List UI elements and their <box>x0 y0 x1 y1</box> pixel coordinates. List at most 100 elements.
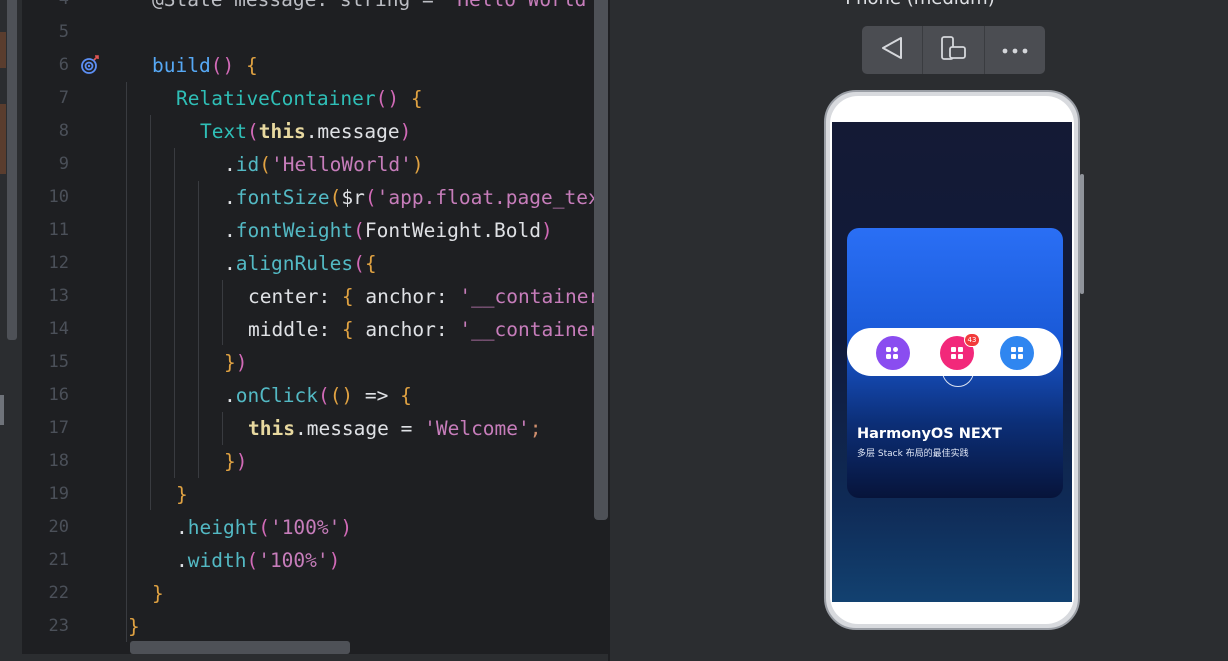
app-icon-purple[interactable] <box>876 336 910 370</box>
code-line[interactable]: 21 .width('100%') <box>22 544 608 577</box>
line-number: 13 <box>48 286 69 306</box>
code-token: $r <box>341 186 365 209</box>
code-text: .fontWeight(FontWeight.Bold) <box>224 214 553 247</box>
back-triangle-icon <box>878 34 906 66</box>
change-marker <box>0 104 6 174</box>
code-line[interactable]: 15}) <box>22 346 608 379</box>
code-token: onClick <box>235 384 318 407</box>
code-line[interactable]: 10 .fontSize($r('app.float.page_tex <box>22 181 608 214</box>
code-token: } <box>224 351 236 374</box>
code-line[interactable]: 5 <box>22 16 608 49</box>
editor-horizontal-scrollbar[interactable] <box>130 641 350 654</box>
app-icon-pink[interactable]: 43 <box>940 333 980 370</box>
code-token: @State message: string = <box>152 0 446 11</box>
line-number: 19 <box>48 484 69 504</box>
code-line[interactable]: 4 @State message: string = 'Hello World' <box>22 0 608 16</box>
code-line[interactable]: 19} <box>22 478 608 511</box>
code-token: { <box>341 285 366 308</box>
line-number: 21 <box>48 550 69 570</box>
line-number: 11 <box>48 220 69 240</box>
code-token: () <box>375 87 411 110</box>
app-dock: 43 <box>847 328 1061 376</box>
preview-card[interactable]: 43 HarmonyOS NEXT 多层 Stack 布局的最佳实践 <box>847 228 1063 498</box>
code-line[interactable]: 23} <box>22 610 608 643</box>
code-line[interactable]: 12 .alignRules({ <box>22 247 608 280</box>
code-text: }) <box>224 445 248 478</box>
line-number: 17 <box>48 418 69 438</box>
line-number: 7 <box>58 88 69 108</box>
code-line[interactable]: 9 .id('HelloWorld') <box>22 148 608 181</box>
code-token: ) <box>235 351 248 374</box>
code-line[interactable]: 13 center: { anchor: '__container <box>22 280 608 313</box>
code-token: Text <box>200 120 247 143</box>
code-token: . <box>176 516 188 539</box>
code-text: }) <box>224 346 248 379</box>
line-number: 9 <box>58 154 69 174</box>
line-number: 14 <box>48 319 69 339</box>
editor-vertical-scrollbar[interactable] <box>594 0 608 520</box>
code-token: ( <box>317 384 330 407</box>
code-line[interactable]: 16 .onClick(() => { <box>22 379 608 412</box>
back-button[interactable] <box>862 26 924 74</box>
code-token: this <box>248 417 295 440</box>
code-token: ( <box>259 153 271 176</box>
line-number: 22 <box>48 583 69 603</box>
code-line[interactable]: 18}) <box>22 445 608 478</box>
code-token: 'app.float.page_tex <box>376 186 600 209</box>
rotate-device-button[interactable] <box>923 26 985 74</box>
code-token: ( <box>246 549 259 572</box>
more-button[interactable] <box>985 26 1045 74</box>
code-token: width <box>187 549 247 572</box>
previewer-panel: Phone (medium) <box>608 0 1228 661</box>
code-token: 'Welcome' <box>424 417 530 440</box>
code-line[interactable]: 20 .height('100%') <box>22 511 608 544</box>
code-token: } <box>176 483 188 506</box>
editor-bottom-bar <box>22 654 608 661</box>
code-token: . <box>224 219 236 242</box>
code-text: .width('100%') <box>176 544 340 577</box>
tool-window-handle[interactable] <box>0 395 4 425</box>
code-line[interactable]: 8 Text(this.message) <box>22 115 608 148</box>
app-icon-blue[interactable] <box>1000 336 1034 370</box>
code-line[interactable]: 7 RelativeContainer() { <box>22 82 608 115</box>
code-text: @State message: string = 'Hello World' <box>152 0 598 16</box>
line-number: 8 <box>58 121 69 141</box>
code-line[interactable]: 6 build() { <box>22 49 608 82</box>
line-number: 6 <box>58 55 69 75</box>
code-text: .height('100%') <box>176 511 352 544</box>
code-editor[interactable]: 4 @State message: string = 'Hello World' 5… <box>22 0 608 661</box>
phone-frame: 43 HarmonyOS NEXT 多层 Stack 布局的最佳实践 <box>824 90 1084 630</box>
line-number: 18 <box>48 451 69 471</box>
code-line[interactable]: 22} <box>22 577 608 610</box>
left-gutter-strip <box>0 0 22 661</box>
code-line[interactable]: 17 this.message = 'Welcome'; <box>22 412 608 445</box>
card-title: HarmonyOS NEXT <box>857 426 1002 442</box>
phone-screen[interactable]: 43 HarmonyOS NEXT 多层 Stack 布局的最佳实践 <box>832 122 1072 602</box>
line-number: 20 <box>48 517 69 537</box>
line-number: 5 <box>58 22 69 42</box>
more-horizontal-icon <box>1000 41 1030 60</box>
code-token: 'Hello World' <box>446 0 599 11</box>
code-text: } <box>152 577 164 610</box>
line-number: 23 <box>48 616 69 636</box>
code-token: { <box>364 252 377 275</box>
code-text: .onClick(() => { <box>224 379 412 412</box>
code-token: . <box>224 153 236 176</box>
code-token: ) <box>340 516 353 539</box>
left-scrollbar[interactable] <box>7 0 17 340</box>
code-text: .id('HelloWorld') <box>224 148 424 181</box>
previewer-toolbar <box>862 26 1045 74</box>
code-token: () <box>210 54 246 77</box>
override-marker-icon[interactable] <box>80 54 102 76</box>
code-token: ) <box>399 120 412 143</box>
code-line[interactable]: 14 middle: { anchor: '__container <box>22 313 608 346</box>
change-marker <box>0 32 6 68</box>
notification-badge: 43 <box>964 333 980 347</box>
code-line[interactable]: 11 .fontWeight(FontWeight.Bold) <box>22 214 608 247</box>
ide-window: 4 @State message: string = 'Hello World' 5… <box>0 0 1228 661</box>
code-token: ( <box>329 186 342 209</box>
code-token: '100%' <box>269 516 341 539</box>
code-text: this.message = 'Welcome'; <box>248 412 542 445</box>
code-token: . <box>224 384 236 407</box>
code-token: anchor: <box>365 318 460 341</box>
